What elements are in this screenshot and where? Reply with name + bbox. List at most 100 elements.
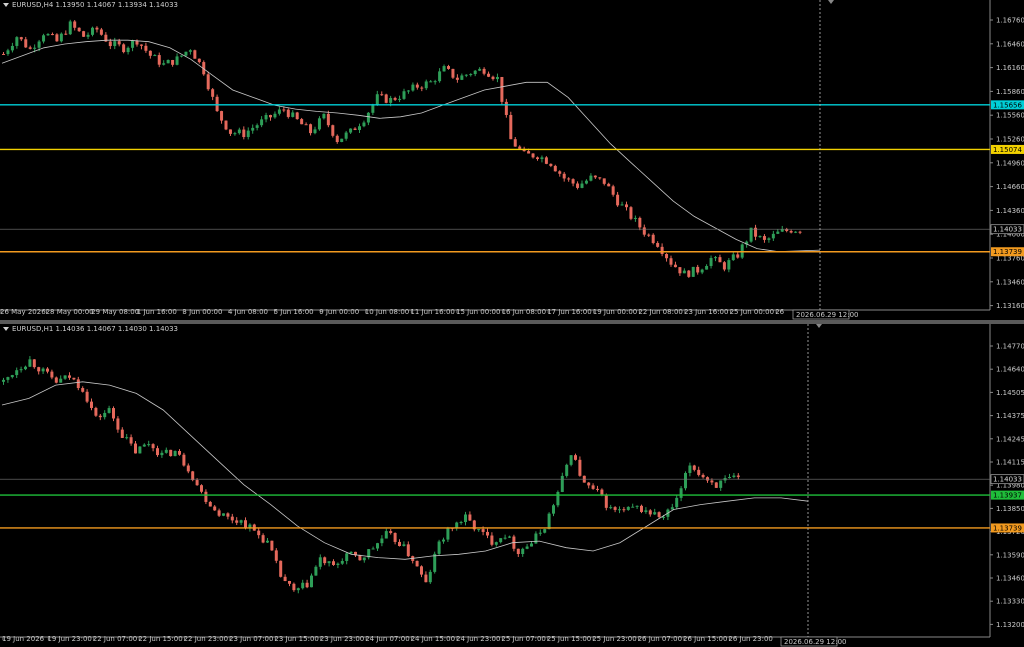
candle-body [780, 229, 784, 232]
candle-body [384, 94, 388, 103]
candle-body [544, 157, 548, 164]
candle-body [540, 157, 544, 160]
candle-body [635, 505, 639, 507]
candle-body [73, 21, 77, 28]
candle-body [622, 509, 626, 511]
candle-body [714, 257, 717, 259]
h4-chart-panel[interactable]: EURUSD,H4 1.13950 1.14067 1.13934 1.1403… [0, 0, 1024, 320]
candle-body [255, 125, 259, 128]
candle-body [616, 194, 620, 206]
candle-body [709, 257, 713, 266]
candle-body [393, 532, 397, 542]
candle-body [486, 531, 489, 536]
candle-body [162, 63, 166, 65]
h1-chart-panel[interactable]: EURUSD,H1 1.14036 1.14067 1.14030 1.1403… [0, 324, 1024, 647]
candle-body [437, 541, 441, 554]
candle-body [776, 231, 780, 234]
candle-body [604, 495, 608, 508]
candle-body [108, 41, 112, 47]
candle-body [719, 480, 723, 488]
candle-body [464, 514, 467, 523]
candle-body [171, 59, 175, 65]
price-tick-label: 1.13460 [996, 278, 1024, 286]
candle-body [151, 444, 155, 449]
candle-body [28, 359, 32, 367]
price-tick-label: 1.15260 [996, 136, 1024, 144]
price-level-label: 1.13937 [993, 492, 1022, 500]
candle-body [279, 560, 283, 577]
candle-body [433, 81, 437, 83]
candle-body [322, 113, 326, 119]
candle-body [358, 555, 362, 561]
candle-body [424, 574, 428, 583]
candle-body [6, 50, 10, 55]
candle-body [464, 74, 468, 76]
candle-body [178, 451, 181, 455]
price-tick-label: 1.13460 [996, 575, 1024, 583]
candle-body [626, 506, 630, 510]
candle-body [99, 29, 103, 35]
candle-body [785, 229, 789, 231]
candle-body [126, 47, 130, 53]
candle-body [358, 126, 361, 130]
candle-body [82, 31, 86, 37]
candle-body [380, 94, 384, 96]
candle-body [504, 101, 508, 115]
candle-body [428, 571, 432, 583]
candle-body [50, 371, 54, 378]
candle-body [120, 429, 124, 438]
candle-body [274, 550, 278, 561]
candle-body [286, 109, 290, 117]
time-tick-label: 26 Jun 07:00 [638, 635, 682, 643]
candle-body [206, 74, 210, 90]
candle-body [762, 236, 766, 240]
candle-body [340, 560, 344, 564]
candle-body [429, 81, 433, 83]
candle-body [389, 531, 393, 533]
candle-body [91, 27, 94, 35]
candle-body [516, 548, 520, 555]
candle-body [491, 76, 495, 80]
time-tick-label: 23 Jun 07:00 [229, 635, 273, 643]
time-tick-label: 24 Jun 23:00 [456, 635, 500, 643]
candle-body [64, 33, 68, 35]
candle-body [147, 444, 151, 446]
candle-body [195, 480, 199, 486]
candle-body [642, 227, 646, 235]
candle-body [398, 98, 402, 100]
candle-body [224, 120, 228, 130]
candle-body [332, 561, 335, 565]
candle-body [494, 542, 498, 545]
h4-chart-canvas[interactable]: 1.16760 1.16460 1.16160 1.15860 1.15560 1.152… [0, 0, 1024, 320]
time-tick-label: 11 Jun 16:00 [410, 308, 454, 316]
candle-body [580, 183, 584, 188]
time-tick-label: 23 Jun 15:00 [274, 635, 318, 643]
candle-body [28, 47, 32, 49]
time-tick-label: 26 Jun 23:00 [728, 635, 772, 643]
candle-body [112, 408, 115, 419]
candle-body [182, 454, 186, 466]
candle-body [631, 506, 635, 508]
candle-body [562, 173, 566, 179]
candle-body [277, 109, 281, 114]
candle-body [669, 258, 673, 265]
time-tick-label: 9 Jun 00:00 [319, 308, 359, 316]
candle-body [142, 444, 146, 447]
candle-body [629, 207, 633, 219]
candle-body [420, 87, 424, 89]
candle-body [15, 37, 19, 46]
h1-chart-canvas[interactable]: 1.14770 1.14640 1.14505 1.14375 1.14245 1.141… [0, 324, 1024, 647]
candle-body [384, 531, 388, 539]
candle-body [714, 482, 718, 488]
candle-body [679, 488, 683, 498]
candle-body [447, 66, 450, 69]
candle-body [481, 529, 485, 532]
candle-body [103, 412, 107, 418]
candle-body [184, 51, 188, 56]
candle-body [576, 183, 580, 188]
candle-body [727, 260, 731, 270]
price-tick-label: 1.15560 [996, 112, 1024, 120]
candle-body [349, 128, 353, 133]
candle-body [300, 119, 304, 125]
candle-body [460, 75, 464, 80]
